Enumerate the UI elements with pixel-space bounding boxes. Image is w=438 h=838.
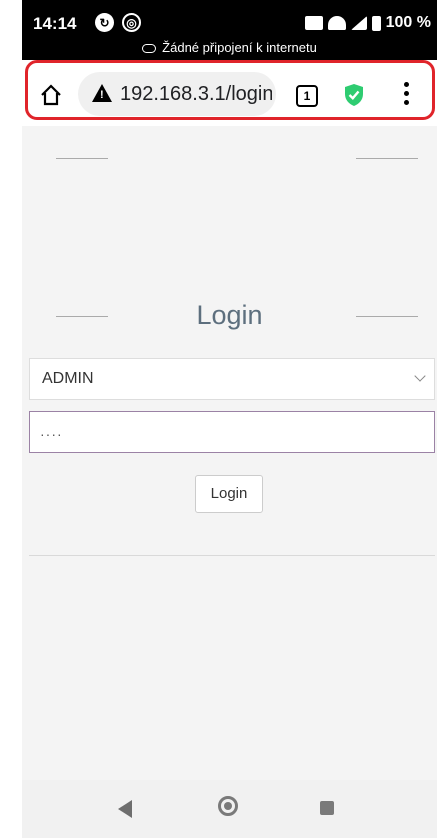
- phone-frame: 14:14 ↻ ◎ 100 % Žádné připojení k intern…: [22, 0, 437, 838]
- content-separator: [29, 555, 435, 556]
- password-field[interactable]: ····: [29, 411, 435, 453]
- notification-icon: ◎: [122, 13, 141, 32]
- login-button[interactable]: Login: [195, 475, 263, 513]
- page-content: [22, 126, 437, 780]
- status-bar: 14:14 ↻ ◎ 100 % Žádné připojení k intern…: [22, 0, 437, 60]
- user-select[interactable]: ADMIN: [29, 358, 435, 400]
- offline-text: Žádné připojení k internetu: [162, 40, 317, 55]
- battery-icon: [371, 15, 381, 31]
- status-notification-icons: ↻ ◎: [95, 13, 141, 32]
- wifi-icon: [327, 16, 346, 30]
- android-nav-bar: [22, 780, 437, 838]
- status-time: 14:14: [33, 14, 77, 33]
- battery-percent: 100 %: [385, 14, 431, 31]
- user-select-value: ADMIN: [42, 370, 94, 387]
- divider-top-right: [356, 158, 418, 159]
- toolbar-highlight: [25, 60, 435, 120]
- recent-apps-icon[interactable]: [320, 801, 334, 815]
- cloud-off-icon: [142, 44, 157, 54]
- page-title: Login: [196, 300, 263, 330]
- offline-notice: Žádné připojení k internetu: [22, 40, 437, 55]
- back-icon[interactable]: [118, 800, 132, 818]
- status-right-icons: 100 %: [304, 14, 431, 32]
- cast-icon: [304, 16, 323, 30]
- signal-icon: [350, 16, 367, 30]
- chevron-down-icon: [414, 370, 426, 382]
- divider-top-left: [56, 158, 108, 159]
- home-circle-icon[interactable]: [218, 796, 238, 816]
- sync-icon: ↻: [95, 13, 114, 32]
